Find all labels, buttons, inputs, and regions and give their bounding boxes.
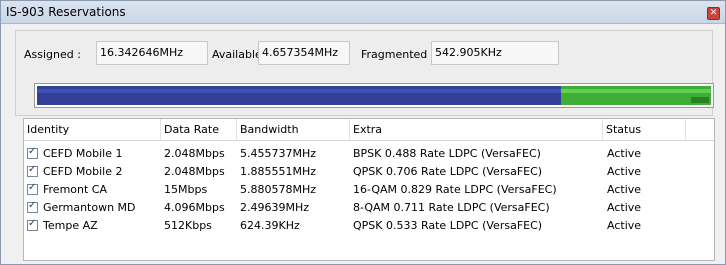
status-cell: Active: [607, 183, 642, 196]
column-header-data-rate[interactable]: Data Rate: [161, 119, 237, 140]
identity-cell: CEFD Mobile 1: [43, 147, 123, 160]
status-cell: Active: [607, 219, 642, 232]
status-cell: Active: [607, 201, 642, 214]
data-rate-cell: 2.048Mbps: [164, 165, 225, 178]
data-rate-cell: 2.048Mbps: [164, 147, 225, 160]
table-row[interactable]: CEFD Mobile 2 2.048Mbps 1.885551MHz QPSK…: [24, 163, 714, 181]
extra-cell: QPSK 0.533 Rate LDPC (VersaFEC): [353, 219, 543, 232]
reservations-window: IS-903 Reservations ✕ Assigned : 16.3426…: [0, 0, 726, 265]
bandwidth-cell: 5.880578MHz: [240, 183, 317, 196]
column-header-filler: [686, 119, 714, 140]
extra-cell: BPSK 0.488 Rate LDPC (VersaFEC): [353, 147, 541, 160]
bandwidth-summary-panel: Assigned : 16.342646MHz Available : 4.65…: [15, 30, 714, 116]
column-header-extra[interactable]: Extra: [350, 119, 603, 140]
extra-cell: 16-QAM 0.829 Rate LDPC (VersaFEC): [353, 183, 557, 196]
table-row[interactable]: Germantown MD 4.096Mbps 2.49639MHz 8-QAM…: [24, 199, 714, 217]
available-value: 4.657354MHz: [258, 41, 350, 65]
status-cell: Active: [607, 147, 642, 160]
row-checkbox[interactable]: [27, 218, 38, 231]
table-header: Identity Data Rate Bandwidth Extra Statu…: [24, 119, 714, 141]
identity-cell: CEFD Mobile 2: [43, 165, 123, 178]
identity-cell: Tempe AZ: [43, 219, 98, 232]
reservations-table: Identity Data Rate Bandwidth Extra Statu…: [23, 118, 715, 261]
data-rate-cell: 4.096Mbps: [164, 201, 225, 214]
row-checkbox[interactable]: [27, 146, 38, 159]
fragmented-segment: [691, 97, 709, 103]
table-row[interactable]: CEFD Mobile 1 2.048Mbps 5.455737MHz BPSK…: [24, 145, 714, 163]
column-header-status[interactable]: Status: [603, 119, 686, 140]
column-header-identity[interactable]: Identity: [24, 119, 161, 140]
bandwidth-cell: 2.49639MHz: [240, 201, 310, 214]
bandwidth-cell: 1.885551MHz: [240, 165, 317, 178]
table-row[interactable]: Fremont CA 15Mbps 5.880578MHz 16-QAM 0.8…: [24, 181, 714, 199]
bandwidth-cell: 5.455737MHz: [240, 147, 317, 160]
title-bar[interactable]: IS-903 Reservations ✕: [1, 1, 725, 24]
extra-cell: QPSK 0.706 Rate LDPC (VersaFEC): [353, 165, 543, 178]
identity-cell: Fremont CA: [43, 183, 108, 196]
identity-cell: Germantown MD: [43, 201, 136, 214]
status-cell: Active: [607, 165, 642, 178]
column-header-bandwidth[interactable]: Bandwidth: [237, 119, 350, 140]
table-row[interactable]: Tempe AZ 512Kbps 624.39KHz QPSK 0.533 Ra…: [24, 217, 714, 235]
bandwidth-usage-bar: [34, 83, 714, 108]
data-rate-cell: 512Kbps: [164, 219, 212, 232]
assigned-segment: [37, 86, 561, 105]
row-checkbox[interactable]: [27, 182, 38, 195]
data-rate-cell: 15Mbps: [164, 183, 208, 196]
assigned-label: Assigned :: [24, 48, 81, 61]
row-checkbox[interactable]: [27, 164, 38, 177]
fragmented-value: 542.905KHz: [431, 41, 559, 65]
bandwidth-cell: 624.39KHz: [240, 219, 300, 232]
available-segment: [561, 86, 711, 105]
fragmented-label: Fragmented :: [361, 48, 435, 61]
window-title: IS-903 Reservations: [6, 5, 126, 19]
close-icon[interactable]: ✕: [707, 7, 720, 20]
row-checkbox[interactable]: [27, 200, 38, 213]
extra-cell: 8-QAM 0.711 Rate LDPC (VersaFEC): [353, 201, 550, 214]
assigned-value: 16.342646MHz: [96, 41, 208, 65]
